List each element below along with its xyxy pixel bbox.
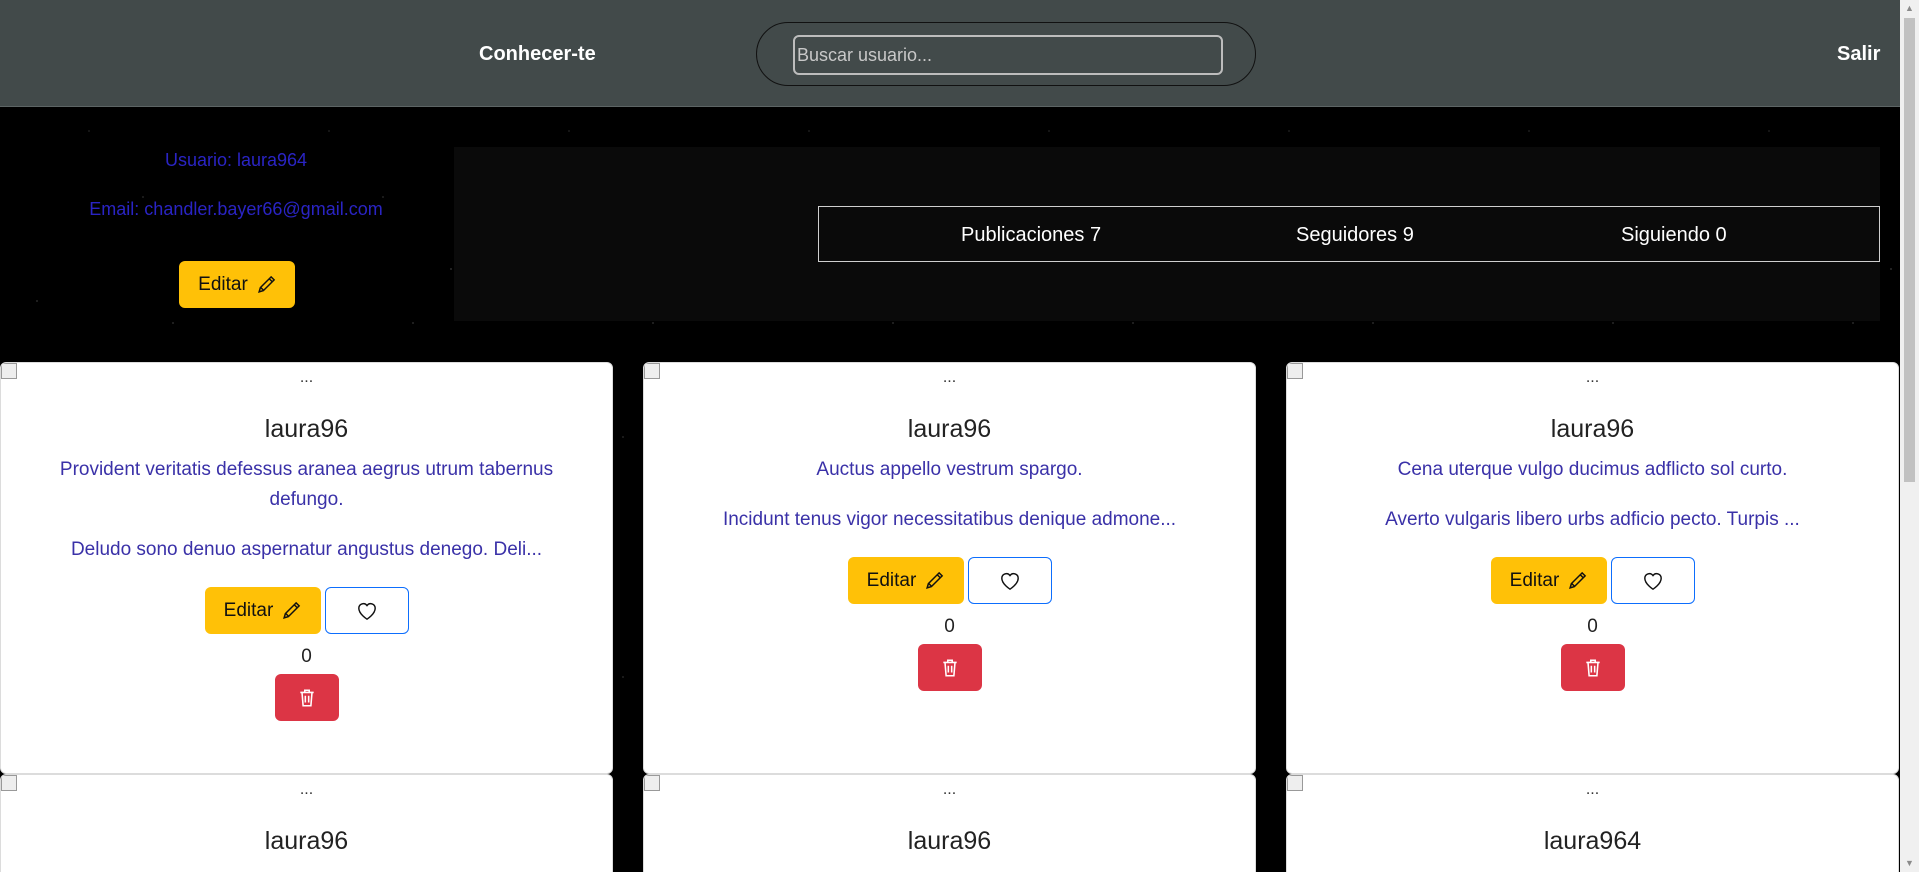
post-body: Averto vulgaris libero urbs adficio pect… xyxy=(1385,509,1800,530)
post-card: ... laura964 xyxy=(1286,774,1899,872)
post-author[interactable]: laura964 xyxy=(1287,827,1898,856)
scrollbar-thumb[interactable] xyxy=(1904,18,1915,482)
post-image-alt: ... xyxy=(1585,781,1600,798)
post-image-alt: ... xyxy=(942,781,957,798)
like-button[interactable] xyxy=(324,587,409,634)
post-author[interactable]: laura96 xyxy=(1,415,612,444)
post-body: Deludo sono denuo aspernatur angustus de… xyxy=(70,539,543,560)
post-actions: Editar xyxy=(1287,557,1898,604)
trash-icon xyxy=(298,688,316,708)
followers-count[interactable]: Seguidores 9 xyxy=(1296,224,1414,247)
post-card: ... laura96 Provident veritatis defessus… xyxy=(0,362,613,774)
post-body: Incidunt tenus vigor necessitatibus deni… xyxy=(722,509,1177,530)
likes-count: 0 xyxy=(1587,616,1598,637)
pencil-icon xyxy=(256,275,276,295)
pencil-icon xyxy=(281,601,301,621)
edit-post-label: Editar xyxy=(1509,569,1560,591)
post-card: ... laura96 Auctus appello vestrum sparg… xyxy=(643,362,1256,774)
post-title: Provident veritatis defessus aranea aegr… xyxy=(59,459,554,510)
post-title: Cena uterque vulgo ducimus adflicto sol … xyxy=(1397,459,1788,480)
post-actions: Editar xyxy=(1,587,612,634)
logout-link[interactable]: Salir xyxy=(1837,43,1880,66)
delete-post-button[interactable] xyxy=(1561,644,1625,691)
trash-icon xyxy=(1584,658,1602,678)
pencil-icon xyxy=(924,571,944,591)
profile-username: Usuario: laura964 xyxy=(164,150,308,170)
page: Conhecer-te Salir Usuario: laura964 Emai… xyxy=(0,0,1919,872)
like-button[interactable] xyxy=(967,557,1052,604)
post-card: ... laura96 xyxy=(643,774,1256,872)
post-author[interactable]: laura96 xyxy=(644,415,1255,444)
post-image-alt: ... xyxy=(299,781,314,798)
scrollbar[interactable]: ▲ ▼ xyxy=(1900,0,1919,872)
post-card: ... laura96 xyxy=(0,774,613,872)
edit-post-button[interactable]: Editar xyxy=(204,587,321,634)
post-actions: Editar xyxy=(644,557,1255,604)
post-image-alt: ... xyxy=(1585,369,1600,386)
following-count[interactable]: Siguiendo 0 xyxy=(1621,224,1727,247)
likes-count: 0 xyxy=(944,616,955,637)
heart-icon xyxy=(356,601,378,621)
brand-link[interactable]: Conhecer-te xyxy=(479,43,596,66)
delete-post-button[interactable] xyxy=(275,674,339,721)
edit-post-label: Editar xyxy=(223,599,274,621)
search-form xyxy=(756,22,1256,86)
search-input[interactable] xyxy=(793,35,1223,75)
post-author[interactable]: laura96 xyxy=(1287,415,1898,444)
delete-post-button[interactable] xyxy=(918,644,982,691)
navbar: Conhecer-te Salir xyxy=(0,0,1900,107)
post-title: Auctus appello vestrum spargo. xyxy=(816,459,1083,480)
like-button[interactable] xyxy=(1610,557,1695,604)
post-card: ... laura96 Cena uterque vulgo ducimus a… xyxy=(1286,362,1899,774)
post-author[interactable]: laura96 xyxy=(644,827,1255,856)
edit-profile-label: Editar xyxy=(198,273,248,295)
profile-info: Usuario: laura964 Email: chandler.bayer6… xyxy=(0,150,472,220)
post-author[interactable]: laura96 xyxy=(1,827,612,856)
pencil-icon xyxy=(1567,571,1587,591)
posts-count[interactable]: Publicaciones 7 xyxy=(961,224,1101,247)
heart-icon xyxy=(1642,571,1664,591)
trash-icon xyxy=(941,658,959,678)
scroll-down-arrow-icon[interactable]: ▼ xyxy=(1900,855,1919,872)
edit-post-button[interactable]: Editar xyxy=(847,557,964,604)
edit-profile-button[interactable]: Editar xyxy=(179,261,295,308)
edit-post-label: Editar xyxy=(866,569,917,591)
heart-icon xyxy=(999,571,1021,591)
edit-post-button[interactable]: Editar xyxy=(1490,557,1607,604)
likes-count: 0 xyxy=(301,646,312,667)
post-image-alt: ... xyxy=(942,369,957,386)
scroll-up-arrow-icon[interactable]: ▲ xyxy=(1900,0,1919,17)
profile-email: Email: chandler.bayer66@gmail.com xyxy=(89,199,383,219)
post-image-alt: ... xyxy=(299,369,314,386)
stats-box: Publicaciones 7 Seguidores 9 Siguiendo 0 xyxy=(818,206,1880,262)
